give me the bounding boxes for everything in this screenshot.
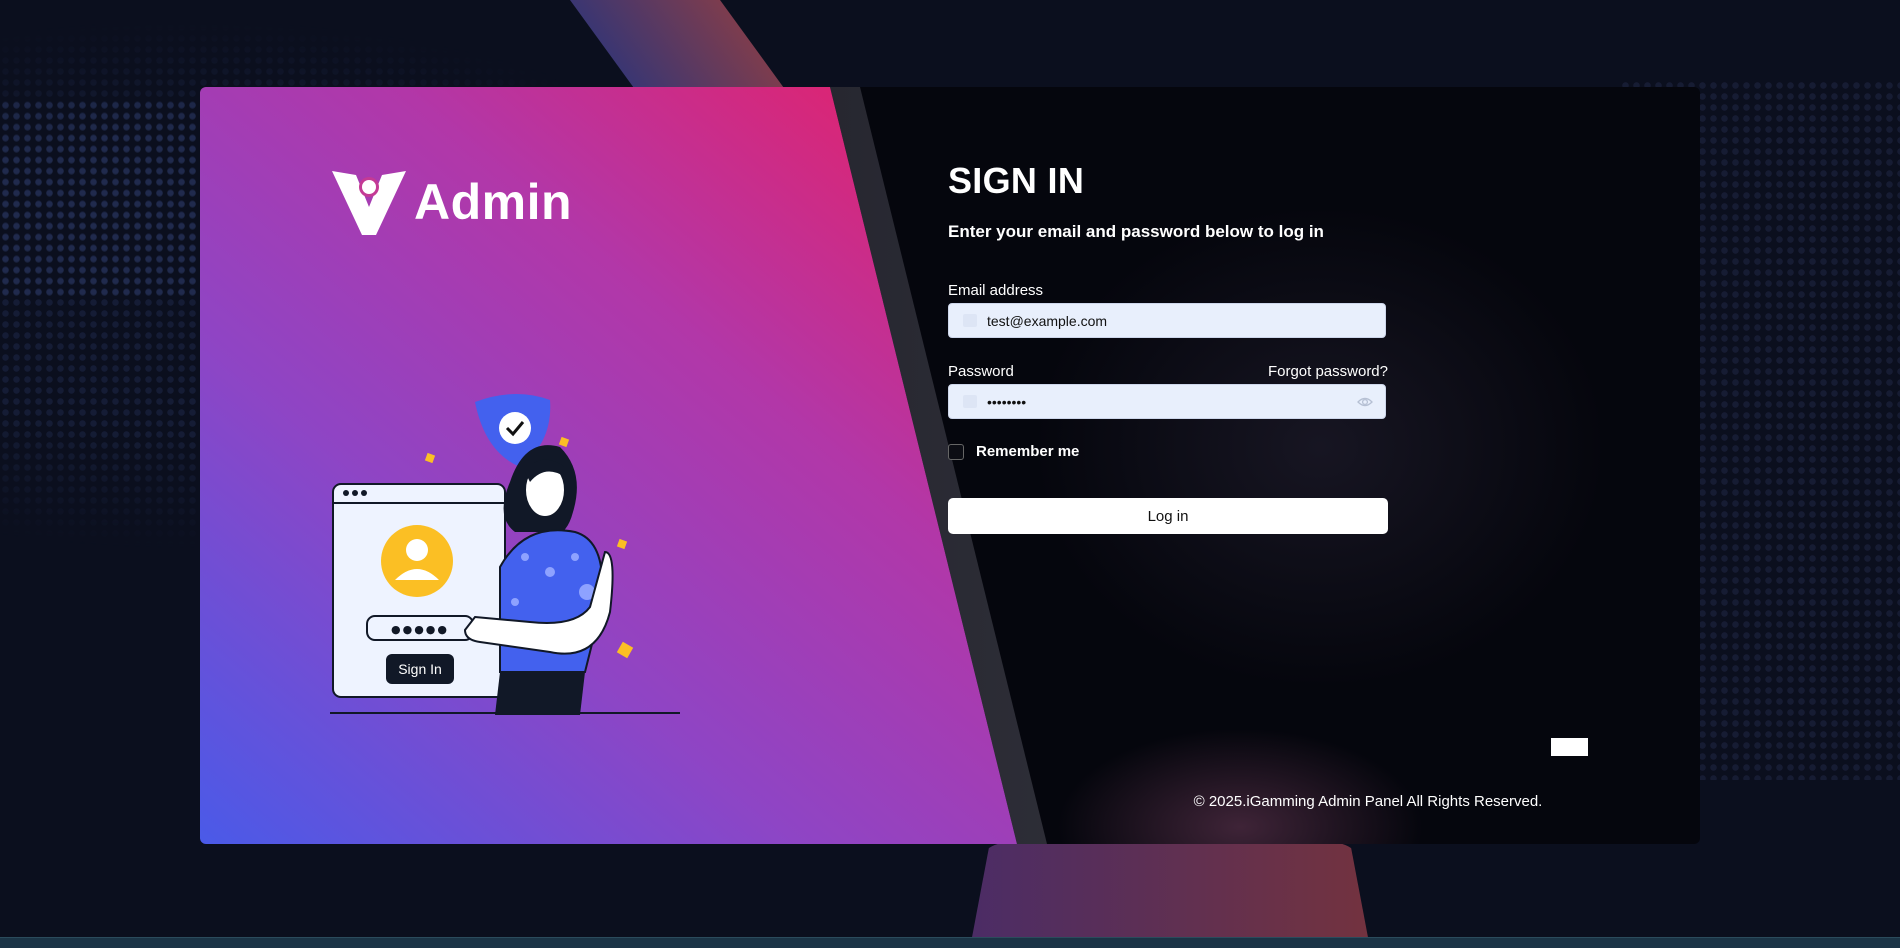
brand-logo: Admin bbox=[330, 167, 572, 237]
email-field-wrapper bbox=[948, 303, 1386, 338]
password-field[interactable] bbox=[987, 385, 1347, 418]
os-taskbar bbox=[0, 937, 1900, 948]
illustration-password-mask: ●●●●● bbox=[391, 623, 449, 636]
forgot-password-link[interactable]: Forgot password? bbox=[1268, 363, 1388, 380]
login-button[interactable]: Log in bbox=[948, 498, 1388, 534]
password-group: Password Forgot password? bbox=[948, 363, 1388, 419]
password-label-row: Password Forgot password? bbox=[948, 363, 1388, 384]
page-subtitle: Enter your email and password below to l… bbox=[948, 222, 1324, 241]
background-bottom-beam bbox=[970, 842, 1370, 948]
page-title: SIGN IN bbox=[948, 160, 1085, 201]
brand-name: Admin bbox=[414, 174, 573, 230]
password-label: Password bbox=[948, 363, 1014, 380]
mail-icon bbox=[963, 314, 977, 327]
remember-me-checkbox[interactable] bbox=[948, 443, 964, 460]
illustration-signin-label: Sign In bbox=[398, 661, 442, 677]
remember-me-label[interactable]: Remember me bbox=[976, 443, 1079, 460]
signin-form: SIGN IN Enter your email and password be… bbox=[948, 160, 1388, 534]
copyright-text: © 2025.iGamming Admin Panel All Rights R… bbox=[1193, 793, 1543, 810]
eye-icon[interactable] bbox=[1357, 395, 1373, 409]
lock-icon bbox=[963, 395, 977, 408]
sparkle-icon bbox=[424, 452, 436, 464]
captcha-placeholder bbox=[1551, 738, 1588, 756]
logo-mark-icon bbox=[332, 171, 406, 235]
login-illustration: ●●●●● Sign In bbox=[330, 393, 680, 715]
password-field-wrapper bbox=[948, 384, 1386, 419]
email-label: Email address bbox=[948, 282, 1044, 299]
email-field[interactable] bbox=[987, 304, 1347, 337]
remember-me-row: Remember me bbox=[948, 443, 1388, 460]
email-group: Email address bbox=[948, 282, 1388, 338]
